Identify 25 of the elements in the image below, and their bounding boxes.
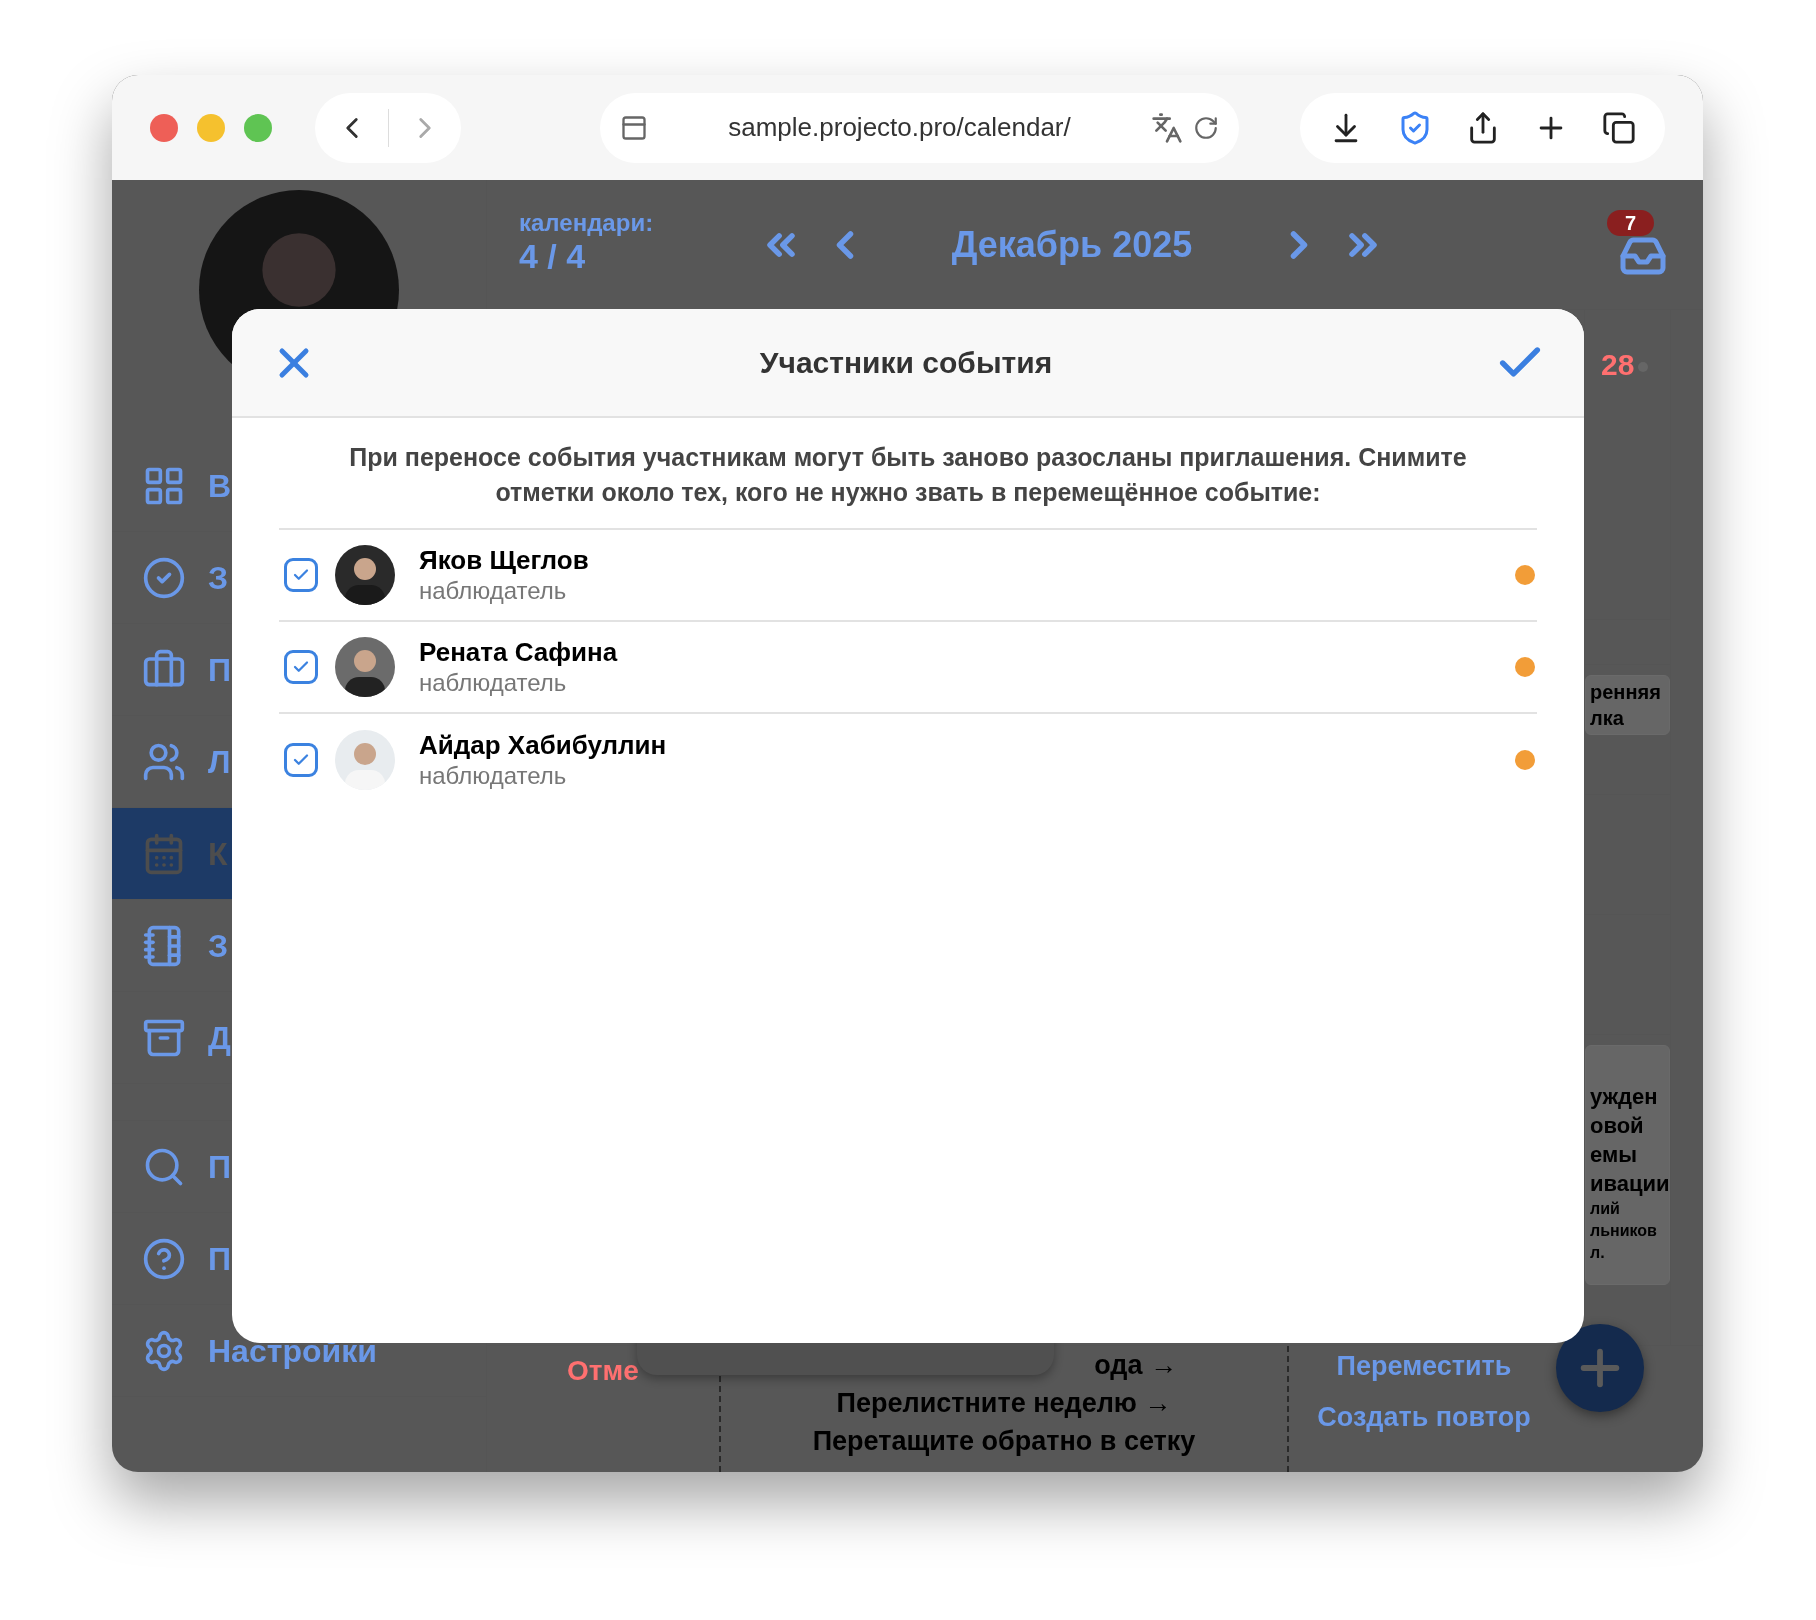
dialog-description: При переносе события участникам могут быть заново разосланы приглашения. Снимите отметки около тех, кого не нужно звать в перемещённое событие: — [279, 418, 1537, 530]
event-detail: лий — [1590, 1199, 1621, 1219]
event-detail: льников — [1590, 1221, 1658, 1241]
inbox-badge: 7 — [1607, 209, 1655, 236]
calendars-label: календари: — [519, 211, 655, 236]
event-text: ужден — [1590, 1083, 1659, 1111]
hint-text: Перелистните неделю → — [836, 1387, 1172, 1420]
event-text: ивации — [1590, 1170, 1669, 1198]
participant-name: Айдар Хабибуллин — [419, 729, 668, 761]
participant-role: наблюдатель — [419, 761, 568, 791]
day-number: 28 — [1601, 350, 1635, 380]
month-title: Декабрь 2025 — [950, 222, 1194, 267]
participant-name: Рената Сафина — [419, 636, 619, 668]
hint-text: Перетащите обратно в сетку — [812, 1425, 1196, 1458]
participant-name: Яков Щеглов — [419, 544, 590, 576]
event-text: емы — [1590, 1141, 1638, 1169]
participant-role: наблюдатель — [419, 576, 568, 606]
event-text: овой — [1590, 1112, 1645, 1140]
dialog-title: Участники события — [758, 345, 1054, 381]
event-text: лка — [1590, 706, 1625, 731]
event-text: ренняя — [1590, 680, 1662, 705]
url-text: sample.projecto.pro/calendar/ — [727, 111, 1072, 144]
hint-text: ода → — [1094, 1349, 1177, 1382]
participant-role: наблюдатель — [419, 668, 568, 698]
event-detail: л. — [1590, 1243, 1606, 1263]
